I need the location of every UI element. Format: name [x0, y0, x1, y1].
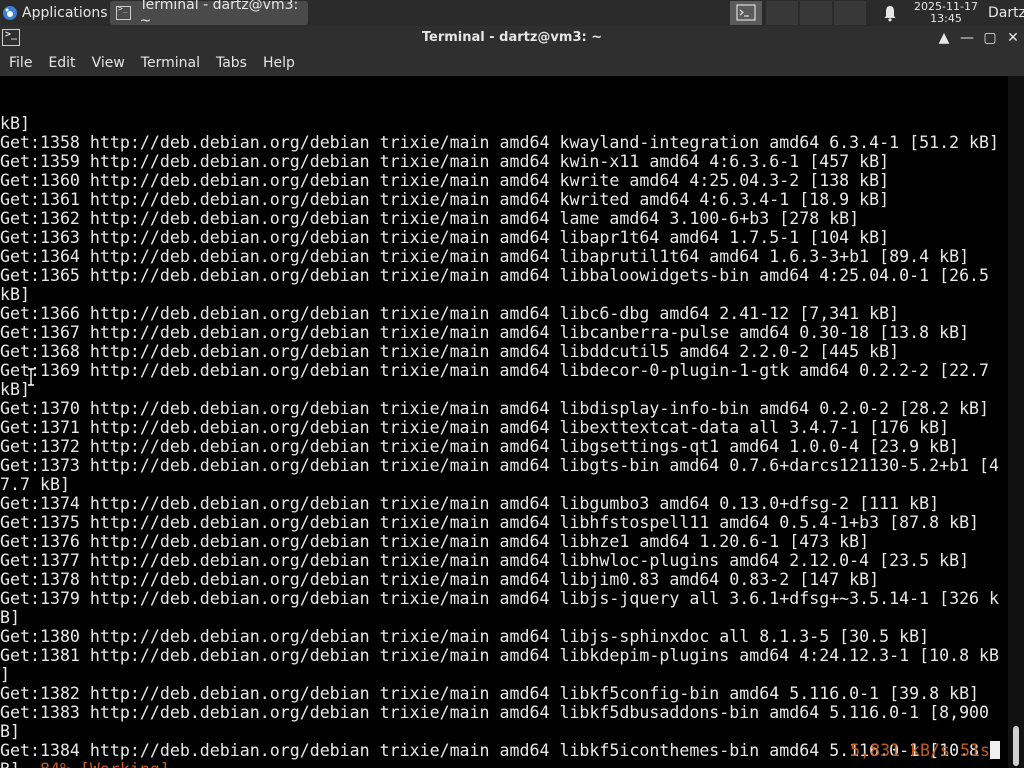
- workspace-4-button[interactable]: [834, 1, 866, 25]
- user-menu[interactable]: Dartz: [988, 0, 1024, 26]
- terminal-line: Get:1368 http://deb.debian.org/debian tr…: [0, 342, 900, 361]
- terminal-lines: kB] Get:1358 http://deb.debian.org/debian…: [0, 114, 1008, 768]
- menu-tabs[interactable]: Tabs: [208, 50, 255, 76]
- terminal-line: Get:1366 http://deb.debian.org/debian tr…: [0, 304, 900, 323]
- window-title: Terminal - dartz@vm3: ~: [421, 30, 603, 45]
- terminal-line: 7.7 kB]: [0, 475, 70, 494]
- terminal-icon: [116, 4, 132, 20]
- terminal-line: kB]: [0, 114, 30, 133]
- terminal-line: Get:1379 http://deb.debian.org/debian tr…: [0, 589, 1000, 608]
- clock-time: 13:45: [930, 12, 962, 25]
- menu-edit[interactable]: Edit: [40, 50, 83, 76]
- menubar: File Edit View Terminal Tabs Help: [0, 50, 1024, 76]
- minimize-button[interactable]: —: [956, 26, 978, 50]
- terminal-line: Get:1361 http://deb.debian.org/debian tr…: [0, 190, 890, 209]
- terminal-line: Get:1359 http://deb.debian.org/debian tr…: [0, 152, 890, 171]
- text-cursor-icon: [28, 368, 34, 386]
- terminal-cursor: [990, 741, 1000, 759]
- terminal-icon: [736, 4, 756, 21]
- terminal-line: Get:1372 http://deb.debian.org/debian tr…: [0, 437, 960, 456]
- terminal-line: Get:1358 http://deb.debian.org/debian tr…: [0, 133, 1000, 152]
- terminal-line: Get:1365 http://deb.debian.org/debian tr…: [0, 266, 990, 285]
- apt-status-line: 84% [Working] 5,831 kB/s 51s: [0, 741, 1008, 768]
- bell-icon[interactable]: [882, 4, 898, 22]
- applications-label: Applications: [22, 5, 108, 21]
- window-titlebar[interactable]: Terminal - dartz@vm3: ~ ▲ — ▢ ✕: [0, 26, 1024, 50]
- workspace-2-button[interactable]: [766, 1, 798, 25]
- terminal-line: Get:1360 http://deb.debian.org/debian tr…: [0, 171, 890, 190]
- terminal-line: B]: [0, 608, 20, 627]
- maximize-button[interactable]: ▢: [979, 26, 1001, 50]
- terminal-line: Get:1371 http://deb.debian.org/debian tr…: [0, 418, 950, 437]
- shade-button[interactable]: ▲: [933, 26, 955, 50]
- workspace-1-button[interactable]: [730, 1, 762, 25]
- scrollbar-thumb[interactable]: [1013, 726, 1019, 766]
- menu-help[interactable]: Help: [255, 50, 303, 76]
- terminal-line: kB]: [0, 380, 30, 399]
- terminal-line: Get:1364 http://deb.debian.org/debian tr…: [0, 247, 970, 266]
- terminal-line: Get:1367 http://deb.debian.org/debian tr…: [0, 323, 970, 342]
- terminal-line: Get:1363 http://deb.debian.org/debian tr…: [0, 228, 890, 247]
- terminal-line: Get:1370 http://deb.debian.org/debian tr…: [0, 399, 990, 418]
- terminal-line: ]: [0, 665, 10, 684]
- terminal-line: Get:1382 http://deb.debian.org/debian tr…: [0, 684, 980, 703]
- xfce-logo-icon: [3, 6, 17, 20]
- taskbar: Applications Terminal - dartz@vm3: ~ 202…: [0, 0, 1024, 29]
- terminal-line: Get:1376 http://deb.debian.org/debian tr…: [0, 532, 870, 551]
- menu-terminal[interactable]: Terminal: [133, 50, 208, 76]
- terminal-line: Get:1374 http://deb.debian.org/debian tr…: [0, 494, 940, 513]
- terminal-scrollbar[interactable]: [1008, 76, 1024, 768]
- terminal-line: Get:1380 http://deb.debian.org/debian tr…: [0, 627, 930, 646]
- terminal-line: Get:1362 http://deb.debian.org/debian tr…: [0, 209, 860, 228]
- terminal-line: Get:1373 http://deb.debian.org/debian tr…: [0, 456, 1000, 475]
- menu-file[interactable]: File: [1, 50, 40, 76]
- clock[interactable]: 2025-11-17 13:45: [906, 0, 986, 26]
- terminal-line: Get:1375 http://deb.debian.org/debian tr…: [0, 513, 980, 532]
- terminal-line: Get:1378 http://deb.debian.org/debian tr…: [0, 570, 880, 589]
- taskbar-window-title: Terminal - dartz@vm3: ~: [139, 0, 299, 29]
- terminal-line: Get:1383 http://deb.debian.org/debian tr…: [0, 703, 990, 722]
- apt-speed-block: 5,831 kB/s 51s: [850, 741, 1000, 760]
- terminal-line: B]: [0, 722, 20, 741]
- taskbar-window-button[interactable]: Terminal - dartz@vm3: ~: [110, 0, 308, 29]
- terminal-line: Get:1381 http://deb.debian.org/debian tr…: [0, 646, 1000, 665]
- apt-progress-text: 84% [Working]: [40, 760, 170, 768]
- terminal-line: Get:1369 http://deb.debian.org/debian tr…: [0, 361, 990, 380]
- terminal-output[interactable]: kB] Get:1358 http://deb.debian.org/debian…: [0, 76, 1008, 768]
- workspace-3-button[interactable]: [800, 1, 832, 25]
- menu-view[interactable]: View: [84, 50, 133, 76]
- applications-menu-button[interactable]: Applications: [0, 0, 108, 26]
- close-button[interactable]: ✕: [1002, 26, 1024, 50]
- terminal-line: kB]: [0, 285, 30, 304]
- terminal-line: Get:1377 http://deb.debian.org/debian tr…: [0, 551, 970, 570]
- apt-speed-text: 5,831 kB/s 51s: [850, 741, 990, 760]
